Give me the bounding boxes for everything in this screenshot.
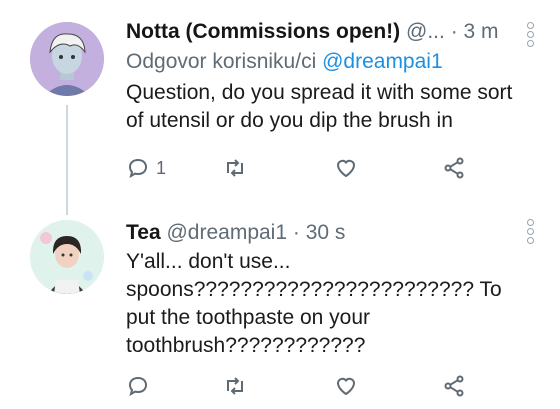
reply-button[interactable] [126,371,156,401]
retweet-button[interactable] [223,153,247,183]
avatar[interactable] [30,220,104,294]
share-icon [444,375,464,397]
tweet[interactable]: Notta (Commissions open!) @... · 3 m Odg… [0,0,560,205]
action-bar [126,371,486,401]
display-name[interactable]: Notta (Commissions open!) [126,20,400,43]
retweet-icon [227,159,243,177]
share-button[interactable] [442,371,466,401]
avatar[interactable] [30,22,104,96]
tweet-header: Notta (Commissions open!) @... · 3 m [126,18,530,45]
handle[interactable]: @dreampai1 [166,221,287,244]
reply-button[interactable]: 1 [126,153,166,183]
share-button[interactable] [442,153,466,183]
reply-prefix: Odgovor korisniku/ci [126,50,317,73]
display-name[interactable]: Tea [126,221,161,244]
reply-count: 1 [156,157,167,178]
action-bar: 1 [126,153,486,183]
tweet-content: Notta (Commissions open!) @... · 3 m Odg… [126,18,530,135]
like-icon [336,377,356,396]
reply-context: Odgovor korisniku/ci @dreampai1 [126,48,530,76]
tweet[interactable]: Tea @dreampai1 · 30 s Y'all... don't use… [0,205,560,409]
reply-icon [128,376,148,397]
tweet-content: Tea @dreampai1 · 30 s Y'all... don't use… [126,219,530,360]
handle[interactable]: @... [406,20,445,43]
like-button[interactable] [334,371,358,401]
tweet-header: Tea @dreampai1 · 30 s [126,219,530,246]
like-button[interactable] [334,153,358,183]
retweet-button[interactable] [223,371,247,401]
like-icon [336,159,356,178]
retweet-icon [227,377,243,395]
reply-icon [128,158,148,179]
tweet-text: Question, do you spread it with some sor… [126,81,513,132]
reply-mention[interactable]: @dreampai1 [322,50,443,73]
share-icon [444,157,464,179]
timestamp[interactable]: · 3 m [451,20,499,43]
tweet-text: Y'all... don't use... spoons????????????… [126,250,502,357]
timestamp[interactable]: · 30 s [293,221,346,244]
